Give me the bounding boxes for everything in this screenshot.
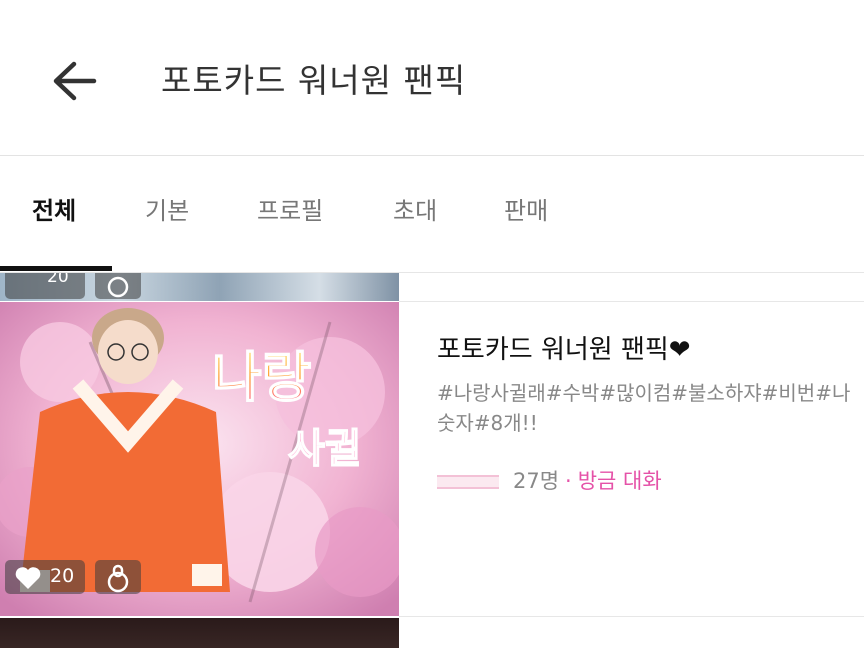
list-item-thumbnail[interactable]: 20 xyxy=(0,273,399,301)
like-badge: 20 xyxy=(5,560,85,594)
tab-basic[interactable]: 기본 xyxy=(145,194,189,228)
room-title[interactable]: 포토카드 워너원 팬픽❤ xyxy=(437,332,691,368)
tab-profile[interactable]: 프로필 xyxy=(257,194,323,228)
list-item-thumbnail[interactable] xyxy=(0,618,399,648)
tab-invite[interactable]: 초대 xyxy=(393,194,437,228)
chat-room-list[interactable]: 20 나랑 사귈 20 포토카드 워너원 팬픽❤ #나랑사귈래#수박#많이컴#불… xyxy=(0,273,864,648)
heart-icon xyxy=(15,567,41,589)
lock-icon xyxy=(107,276,129,298)
lock-badge xyxy=(95,273,141,299)
arrow-left-icon xyxy=(53,61,97,101)
room-banner-image xyxy=(437,475,499,489)
active-tab-indicator xyxy=(0,266,112,271)
like-count: 20 xyxy=(50,565,75,587)
room-meta: 27명 · 방금 대화 xyxy=(437,466,662,496)
list-item[interactable]: 나랑 사귈 20 포토카드 워너원 팬픽❤ #나랑사귈래#수박#많이컴#불소하쟈… xyxy=(0,302,864,616)
tab-all[interactable]: 전체 xyxy=(32,194,76,228)
last-activity: 방금 대화 xyxy=(577,469,662,493)
cover-title-text: 나랑 xyxy=(212,346,311,409)
row-divider xyxy=(399,616,864,617)
app-header: 포토카드 워너원 팬픽 xyxy=(0,0,864,156)
member-count: 27명 xyxy=(513,469,560,493)
page-title: 포토카드 워너원 팬픽 xyxy=(161,61,467,100)
lock-icon xyxy=(107,564,129,593)
lock-badge xyxy=(95,560,141,594)
room-tags: #나랑사귈래#수박#많이컴#불소하쟈#비번#나 숫자#8개!! xyxy=(437,381,851,435)
like-count: 20 xyxy=(47,273,69,287)
svg-text:사귈: 사귈 xyxy=(288,426,362,472)
back-button[interactable] xyxy=(50,58,100,104)
separator-dot: · xyxy=(565,469,572,493)
list-item-thumbnail[interactable]: 나랑 사귈 20 xyxy=(0,302,399,616)
category-tabs: 전체 기본 프로필 초대 판매 xyxy=(0,156,864,273)
like-badge: 20 xyxy=(5,273,85,299)
tab-sale[interactable]: 판매 xyxy=(504,194,548,228)
